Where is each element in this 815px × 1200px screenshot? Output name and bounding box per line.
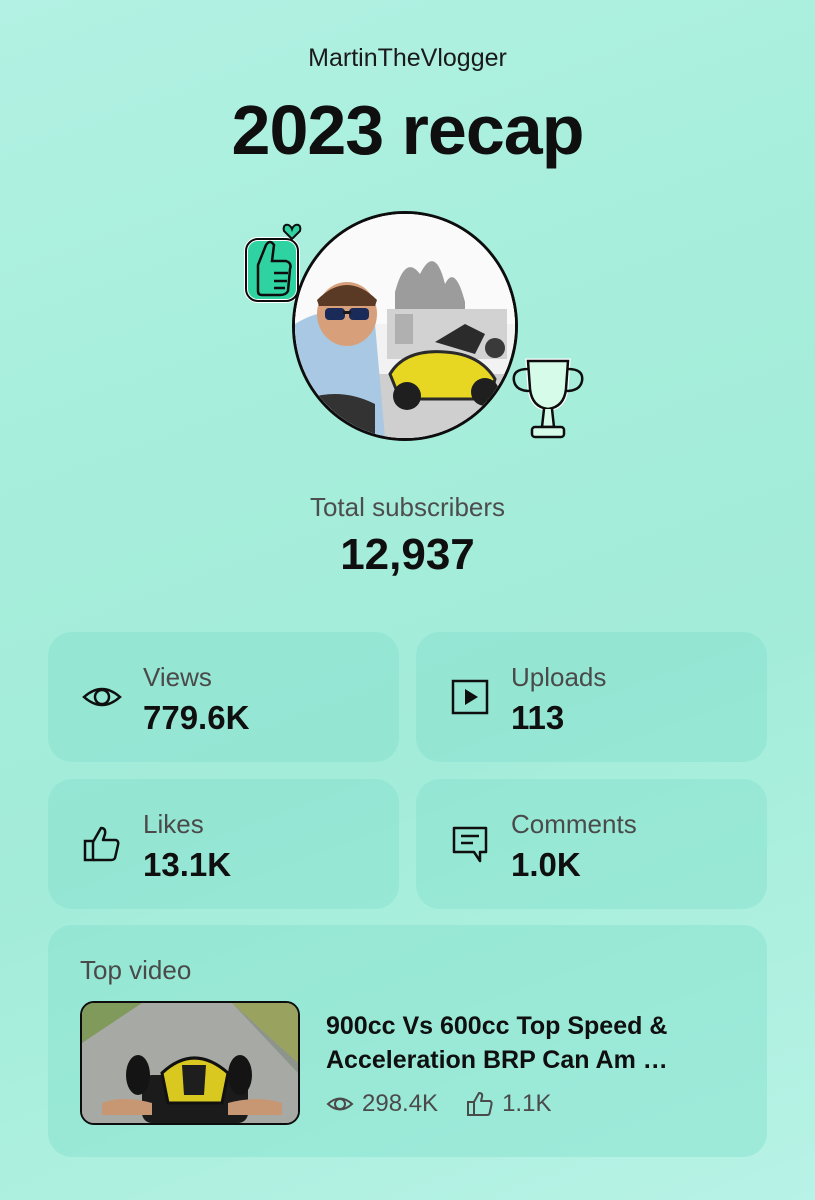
video-thumbnail[interactable] [80, 1001, 300, 1125]
play-box-icon [451, 679, 489, 715]
channel-avatar [292, 211, 518, 441]
stat-value: 113 [511, 699, 565, 736]
subscribers-label: Total subscribers [309, 492, 506, 522]
top-video-label: Top video [80, 955, 192, 985]
stat-label: Likes [143, 809, 204, 839]
video-views: 298.4K [326, 1090, 438, 1118]
page-title: 2023 recap [231, 91, 585, 169]
stat-value: 1.0K [511, 846, 581, 883]
video-views-count: 298.4K [362, 1090, 439, 1117]
video-title[interactable]: 900cc Vs 600cc Top Speed & Acceleration … [326, 1009, 726, 1077]
video-likes: 1.1K [466, 1090, 551, 1118]
stat-label: Uploads [511, 662, 607, 692]
stat-label: Views [143, 662, 212, 692]
stat-card-comments: Comments 1.0K [416, 779, 767, 909]
avatar-area [240, 205, 600, 450]
channel-name: MartinTheVlogger [308, 44, 507, 72]
thumbs-up-icon [83, 826, 120, 862]
stat-value: 13.1K [143, 846, 232, 883]
stat-label: Comments [511, 809, 637, 839]
stat-card-uploads: Uploads 113 [416, 632, 767, 762]
stat-card-likes: Likes 13.1K [48, 779, 399, 909]
thumbs-up-icon [467, 1092, 493, 1116]
comment-icon [452, 826, 488, 863]
video-meta: 298.4K 1.1K [326, 1090, 551, 1118]
stat-card-views: Views 779.6K [48, 632, 399, 762]
eye-icon [326, 1097, 354, 1111]
trophy-sticker-icon [512, 358, 584, 439]
subscribers-count: 12,937 [340, 530, 475, 579]
top-video-card[interactable]: Top video 900cc Vs 600cc Top Speed & Acc… [48, 925, 767, 1157]
eye-icon [82, 687, 122, 707]
stat-value: 779.6K [143, 699, 250, 736]
video-likes-count: 1.1K [502, 1090, 552, 1117]
